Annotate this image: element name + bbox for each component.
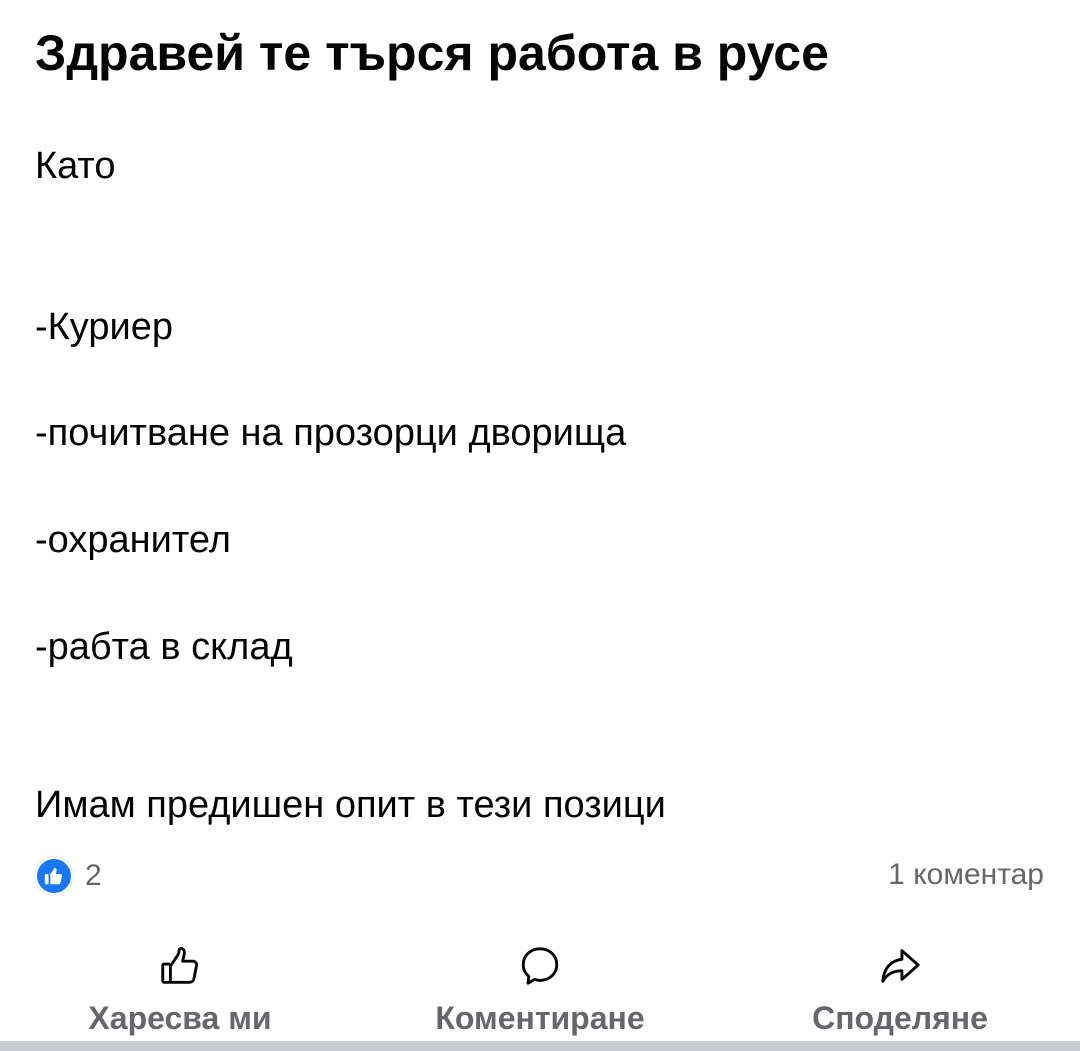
post-action-bar: Харесва ми Коментиране Споделяне: [0, 928, 1080, 1038]
comment-count[interactable]: 1 коментар: [888, 856, 1044, 894]
post-list-item: -почитване на прозорци дворища: [35, 412, 627, 454]
speech-bubble-icon: [516, 942, 564, 990]
comment-button-label: Коментиране: [435, 1000, 645, 1036]
thumbs-up-icon: [35, 857, 73, 895]
share-button[interactable]: Споделяне: [720, 928, 1080, 1038]
comment-button[interactable]: Коментиране: [360, 928, 720, 1038]
share-arrow-icon: [876, 942, 924, 990]
post-title: Здравей те търся работа в русе: [35, 25, 829, 81]
like-count: 2: [85, 859, 102, 892]
post-intro: Като: [35, 145, 116, 187]
post-closing: Имам предишен опит в тези позици: [35, 784, 666, 826]
post-list-item: -Куриер: [35, 306, 173, 348]
like-button-label: Харесва ми: [88, 1000, 272, 1036]
post-list-item: -рабта в склад: [35, 626, 293, 668]
reactions-summary[interactable]: 2: [35, 854, 102, 898]
post-list-item: -охранител: [35, 519, 231, 561]
bottom-divider: [0, 1041, 1080, 1051]
thumbs-up-outline-icon: [156, 942, 204, 990]
like-button[interactable]: Харесва ми: [0, 928, 360, 1038]
share-button-label: Споделяне: [812, 1000, 988, 1036]
